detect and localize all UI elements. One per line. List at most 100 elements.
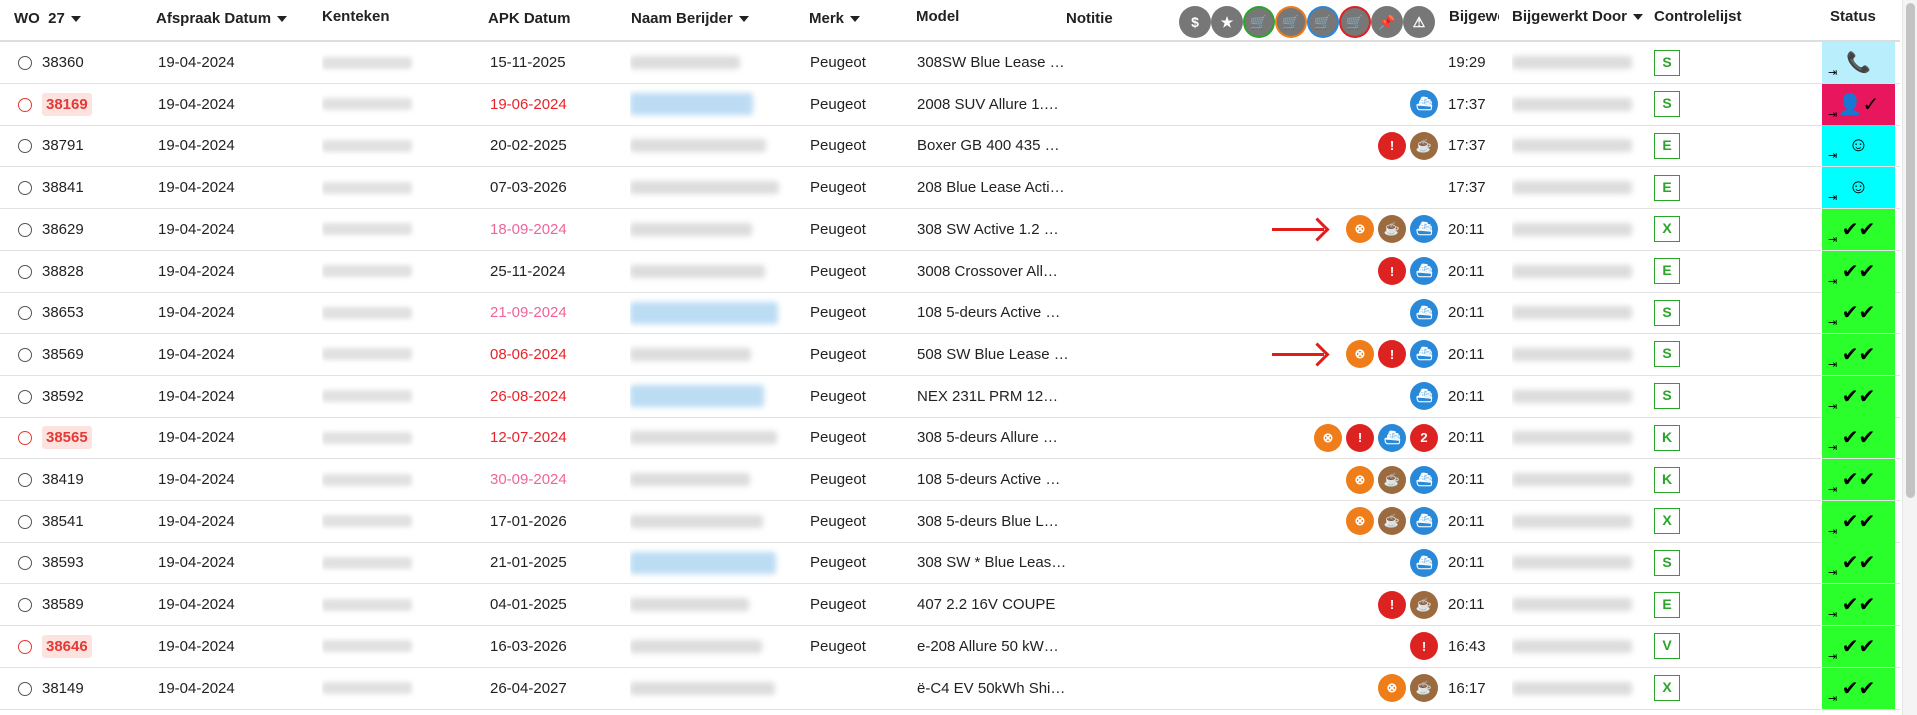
table-row[interactable]: 38419 19-04-2024 30-09-2024 Peugeot 108 5-de…	[0, 459, 1900, 501]
pin-icon[interactable]: 📌	[1373, 8, 1401, 36]
checklist-badge[interactable]: S	[1654, 292, 1684, 333]
wo-number[interactable]: 38541	[42, 501, 142, 542]
row-radio[interactable]	[18, 639, 32, 654]
table-row[interactable]: 38791 19-04-2024 20-02-2025 Peugeot Boxer GB…	[0, 125, 1900, 168]
tire-icon[interactable]: ⊗	[1378, 674, 1406, 702]
row-radio[interactable]	[18, 139, 32, 154]
table-row[interactable]: 38589 19-04-2024 04-01-2025 Peugeot 407 2.2 …	[0, 584, 1900, 627]
checklist-badge[interactable]: K	[1654, 459, 1684, 500]
row-radio[interactable]	[18, 306, 32, 321]
status-cell[interactable]: ⇥ ✔✔	[1822, 333, 1895, 375]
checklist-badge[interactable]: K	[1654, 417, 1684, 458]
table-row[interactable]: 38646 19-04-2024 16-03-2026 Peugeot e-208 Al…	[0, 625, 1900, 668]
header-note[interactable]: Notitie	[1066, 10, 1113, 27]
row-radio[interactable]	[18, 556, 32, 571]
cart-green-icon[interactable]: 🛒	[1245, 8, 1273, 36]
header-checklist[interactable]: Controlelijst	[1654, 8, 1742, 25]
wo-number[interactable]: 38149	[42, 668, 142, 709]
status-cell[interactable]: ⇥ ✔✔	[1822, 459, 1895, 500]
row-radio[interactable]	[18, 56, 32, 70]
ferry-icon[interactable]: ⛴	[1410, 298, 1438, 327]
status-cell[interactable]: ⇥ ✔✔	[1822, 625, 1895, 667]
table-row[interactable]: 38149 19-04-2024 26-04-2027 ë-C4 EV 50kWh S…	[0, 667, 1900, 710]
status-cell[interactable]: ⇥ ✔✔	[1822, 292, 1895, 334]
coffee-icon[interactable]: ☕	[1378, 465, 1406, 494]
status-cell[interactable]: ⇥ ✔✔	[1822, 417, 1895, 459]
warning-icon[interactable]: !	[1346, 423, 1374, 452]
warning-icon[interactable]: !	[1378, 340, 1406, 369]
ferry-icon[interactable]: ⛴	[1378, 423, 1406, 452]
warning-icon[interactable]: ⚠	[1405, 8, 1433, 36]
header-status[interactable]: Status	[1830, 8, 1876, 25]
checklist-badge[interactable]: E	[1654, 251, 1684, 292]
ferry-icon[interactable]: ⛴	[1410, 548, 1438, 577]
header-plate[interactable]: Kenteken	[322, 8, 390, 25]
ferry-icon[interactable]: ⛴	[1410, 340, 1438, 369]
table-row[interactable]: 38841 19-04-2024 07-03-2026 Peugeot 208 Blue…	[0, 167, 1900, 210]
scrollbar-thumb[interactable]	[1906, 3, 1915, 498]
checklist-badge[interactable]: X	[1654, 668, 1684, 709]
checklist-badge[interactable]: V	[1654, 626, 1684, 667]
coffee-icon[interactable]: ☕	[1378, 507, 1406, 536]
row-radio[interactable]	[18, 181, 32, 196]
cart-blue-icon[interactable]: 🛒	[1309, 8, 1337, 36]
header-model[interactable]: Model	[916, 8, 959, 25]
wo-number[interactable]: 38593	[42, 542, 142, 583]
checklist-badge[interactable]: S	[1654, 542, 1684, 583]
table-row[interactable]: 38593 19-04-2024 21-01-2025 Peugeot 308 SW *…	[0, 542, 1900, 585]
header-date[interactable]: Afspraak Datum	[156, 10, 288, 27]
wo-number[interactable]: 38592	[42, 376, 142, 417]
warning-icon[interactable]: !	[1378, 131, 1406, 160]
wo-number[interactable]: 38629	[42, 209, 142, 250]
ferry-icon[interactable]: ⛴	[1410, 215, 1438, 244]
tire-icon[interactable]: ⊗	[1346, 465, 1374, 494]
table-row[interactable]: 38360 19-04-2024 15-11-2025 Peugeot 308SW Bl…	[0, 42, 1900, 84]
table-row[interactable]: 38169 19-04-2024 19-06-2024 Peugeot 2008 SUV…	[0, 83, 1900, 126]
checklist-badge[interactable]: E	[1654, 584, 1684, 625]
wo-number[interactable]: 38646	[42, 626, 142, 667]
status-cell[interactable]: ⇥ 👤✓	[1822, 83, 1895, 125]
row-radio[interactable]	[18, 389, 32, 404]
status-cell[interactable]: ⇥ ✔✔	[1822, 500, 1895, 542]
status-cell[interactable]: ⇥ ☺	[1822, 167, 1895, 209]
table-row[interactable]: 38653 19-04-2024 21-09-2024 Peugeot 108 5-de…	[0, 292, 1900, 335]
wo-number[interactable]: 38791	[42, 125, 142, 166]
wo-number[interactable]: 38841	[42, 167, 142, 208]
row-radio[interactable]	[18, 431, 32, 446]
checklist-badge[interactable]: S	[1654, 376, 1684, 417]
checklist-badge[interactable]: E	[1654, 167, 1684, 208]
wo-number[interactable]: 38828	[42, 251, 142, 292]
checklist-badge[interactable]: S	[1654, 42, 1684, 83]
wo-number[interactable]: 38589	[42, 584, 142, 625]
coffee-icon[interactable]: ☕	[1410, 674, 1438, 702]
row-radio[interactable]	[18, 681, 32, 696]
tire-icon[interactable]: ⊗	[1346, 215, 1374, 244]
row-radio[interactable]	[18, 264, 32, 279]
checklist-badge[interactable]: X	[1654, 209, 1684, 250]
status-cell[interactable]: ⇥ ✔✔	[1822, 250, 1895, 292]
wo-number[interactable]: 38360	[42, 42, 142, 83]
tire-icon[interactable]: ⊗	[1314, 423, 1342, 452]
table-row[interactable]: 38828 19-04-2024 25-11-2024 Peugeot 3008 Cro…	[0, 250, 1900, 293]
ferry-icon[interactable]: ⛴	[1410, 382, 1438, 411]
checklist-badge[interactable]: S	[1654, 334, 1684, 375]
warning-icon[interactable]: !	[1378, 257, 1406, 285]
row-radio[interactable]	[18, 473, 32, 487]
ferry-icon[interactable]: ⛴	[1410, 507, 1438, 536]
checklist-badge[interactable]: E	[1654, 125, 1684, 166]
status-cell[interactable]: ⇥ ☺	[1822, 125, 1895, 167]
tire-icon[interactable]: ⊗	[1346, 340, 1374, 369]
table-row[interactable]: 38629 19-04-2024 18-09-2024 Peugeot 308 SW A…	[0, 208, 1900, 251]
coffee-icon[interactable]: ☕	[1378, 215, 1406, 244]
row-radio[interactable]	[18, 598, 32, 613]
status-cell[interactable]: ⇥ ✔✔	[1822, 584, 1895, 626]
table-row[interactable]: 38541 19-04-2024 17-01-2026 Peugeot 308 5-de…	[0, 500, 1900, 543]
header-apk[interactable]: APK Datum	[488, 10, 571, 27]
header-brand[interactable]: Merk	[809, 10, 861, 27]
wo-number[interactable]: 38653	[42, 292, 142, 333]
wo-number[interactable]: 38169	[42, 84, 142, 125]
table-row[interactable]: 38569 19-04-2024 08-06-2024 Peugeot 508 SW B…	[0, 333, 1900, 376]
scrollbar[interactable]	[1902, 0, 1917, 715]
row-radio[interactable]	[18, 222, 32, 237]
ferry-icon[interactable]: ⛴	[1410, 465, 1438, 494]
